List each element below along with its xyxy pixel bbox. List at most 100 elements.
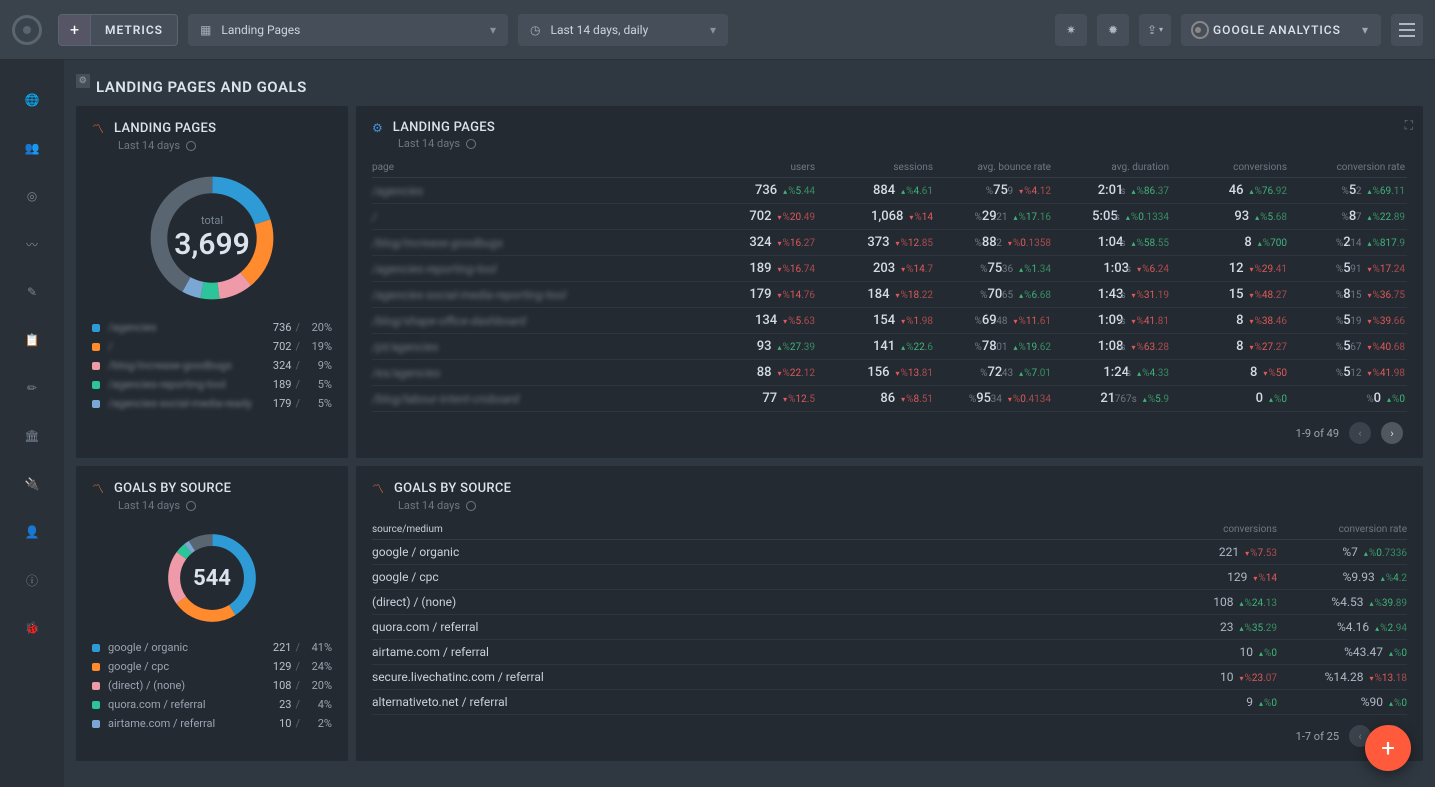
legend-swatch <box>92 381 100 389</box>
delta: ▾%17.24 <box>1368 264 1405 275</box>
goals-table-card: 〽 GOALS BY SOURCE Last 14 days source/me… <box>356 466 1423 761</box>
cell-value: 8 <box>1236 313 1243 328</box>
card-subtitle: Last 14 days <box>398 137 460 150</box>
nav-wand-icon[interactable]: ✏ <box>22 378 42 398</box>
legend-swatch <box>92 720 100 728</box>
clock-icon: ◷ <box>530 23 540 37</box>
table-row[interactable]: secure.livechatinc.com / referral10▾%23.… <box>372 665 1407 690</box>
clock-icon <box>186 501 196 511</box>
nav-info-icon[interactable]: ⓘ <box>22 570 42 590</box>
delta: ▴%5.9 <box>1143 394 1169 405</box>
nav-plug-icon[interactable]: 🔌 <box>22 474 42 494</box>
cell-value: 1:09s <box>1098 313 1126 328</box>
table-row[interactable]: /agencies-reporting-tool189▾%16.74203▾%1… <box>372 256 1407 282</box>
toolbar-button-2[interactable]: ✹ <box>1097 14 1129 46</box>
cell-source: google / organic <box>372 545 1147 559</box>
delta: ▴%35.29 <box>1240 623 1277 634</box>
cell-page: /pt/agencies <box>372 340 699 354</box>
add-metrics-button[interactable]: + METRICS <box>58 14 178 46</box>
menu-button[interactable] <box>1391 14 1423 46</box>
date-range-select[interactable]: ◷ Last 14 days, daily ▾ <box>518 14 728 46</box>
delta: ▾%29.41 <box>1250 264 1287 275</box>
delta: ▾%38.46 <box>1250 316 1287 327</box>
card-title: GOALS BY SOURCE <box>394 481 511 496</box>
chevron-down-icon: ▾ <box>1362 23 1369 37</box>
share-button[interactable]: ⇪▾ <box>1139 14 1171 46</box>
nav-bank-icon[interactable]: 🏛 <box>22 426 42 446</box>
table-row[interactable]: airtame.com / referral10▴%0%43.47▴%0 <box>372 640 1407 665</box>
card-title: LANDING PAGES <box>114 121 216 136</box>
delta: ▾%4.12 <box>1019 186 1051 197</box>
legend-name: / <box>108 340 267 353</box>
delta: ▴%0 <box>1259 698 1277 709</box>
nav-clipboard-icon[interactable]: 📋 <box>22 330 42 350</box>
pager: 1-7 of 25 ‹ › <box>372 715 1407 747</box>
delta: ▾%7.53 <box>1245 548 1277 559</box>
legend-value: 702 <box>273 340 292 353</box>
delta: ▾%8.51 <box>901 394 933 405</box>
table-row[interactable]: /es/agencies88▾%22.12156▾%13.81%72.43▴%7… <box>372 360 1407 386</box>
datasource-select[interactable]: GOOGLE ANALYTICS ▾ <box>1181 14 1381 46</box>
card-subtitle: Last 14 days <box>118 139 180 152</box>
delta: ▾%63.28 <box>1132 342 1169 353</box>
cell-page: /blog/shape-office-dashboard <box>372 314 699 328</box>
dimension-select[interactable]: ▦ Landing Pages ▾ <box>188 14 508 46</box>
delta: ▾%14.7 <box>901 264 933 275</box>
cell-page: /agencies-social-media-reporting-tool <box>372 288 699 302</box>
nav-globe-icon[interactable]: 🌐 <box>22 90 42 110</box>
legend-value: 23 <box>279 698 291 711</box>
cell-value: %5.91 <box>1339 261 1362 276</box>
datasource-label: GOOGLE ANALYTICS <box>1213 23 1341 37</box>
table-row[interactable]: /blog/labour-intent-croboard77▾%12.586▾%… <box>372 386 1407 412</box>
table-row[interactable]: google / organic221▾%7.53%7▴%0.7336 <box>372 540 1407 565</box>
legend-pct: 41% <box>304 641 332 654</box>
page-prev-button[interactable]: ‹ <box>1349 422 1371 444</box>
cell-value: %4.16 <box>1337 620 1369 634</box>
donut-total-value: 3,699 <box>174 227 250 262</box>
page-next-button[interactable]: › <box>1381 422 1403 444</box>
cell-value: %5.2 <box>1345 183 1362 198</box>
legend-name: quora.com / referral <box>108 698 273 711</box>
legend-swatch <box>92 343 100 351</box>
cell-value: 77 <box>762 391 777 406</box>
cell-value: 884 <box>873 183 895 198</box>
cell-value: 1,068 <box>871 209 903 224</box>
cell-value: 736 <box>755 183 777 198</box>
delta: ▾%41.81 <box>1132 316 1169 327</box>
nav-edit-icon[interactable]: ✎ <box>22 282 42 302</box>
table-row[interactable]: (direct) / (none)108▴%24.13%4.53▴%39.89 <box>372 590 1407 615</box>
table-row[interactable]: google / cpc129▾%14%9.93▴%4.2 <box>372 565 1407 590</box>
delta: ▾%0.4134 <box>1008 394 1051 405</box>
col-header: conversions <box>1147 524 1277 535</box>
nav-debug-icon[interactable]: 🐞 <box>22 618 42 638</box>
gear-icon[interactable]: ⚙ <box>76 74 90 88</box>
clock-icon <box>466 501 476 511</box>
table-row[interactable]: /agencies736▴%5.44884▴%4.61%75.9▾%4.122:… <box>372 178 1407 204</box>
col-header: sessions <box>817 162 935 173</box>
table-row[interactable]: /pt/agencies93▴%27.39141▴%22.6%78.01▴%19… <box>372 334 1407 360</box>
legend-row: google / cpc 129 / 24% <box>92 657 332 676</box>
delta: ▾%11.61 <box>1014 316 1051 327</box>
table-row[interactable]: /blog/increase-goodbugs324▾%16.27373▾%12… <box>372 230 1407 256</box>
delta: ▴%0 <box>1387 394 1405 405</box>
col-header: conversions <box>1171 162 1289 173</box>
table-row[interactable]: quora.com / referral23▴%35.29%4.16▴%2.94 <box>372 615 1407 640</box>
expand-icon[interactable]: ⛶ <box>1405 118 1413 133</box>
nav-account-icon[interactable]: 👤 <box>22 522 42 542</box>
table-row[interactable]: /blog/shape-office-dashboard134▾%5.63154… <box>372 308 1407 334</box>
legend-swatch <box>92 701 100 709</box>
legend-row: (direct) / (none) 108 / 20% <box>92 676 332 695</box>
delta: ▴%700 <box>1258 238 1287 249</box>
cell-value: 21.767s <box>1100 391 1136 406</box>
table-header: source/mediumconversionsconversion rate <box>372 520 1407 540</box>
legend-value: 179 <box>273 397 292 410</box>
toolbar-button-1[interactable]: ✷ <box>1055 14 1087 46</box>
nav-target-icon[interactable]: ◎ <box>22 186 42 206</box>
table-row[interactable]: /agencies-social-media-reporting-tool179… <box>372 282 1407 308</box>
delta: ▴%39.89 <box>1370 598 1407 609</box>
fab-add-button[interactable]: + <box>1365 725 1411 771</box>
table-row[interactable]: /702▾%20.491,068▾%14%29.21▴%17.165:05s▴%… <box>372 204 1407 230</box>
table-row[interactable]: alternativeto.net / referral9▴%0%90▴%0 <box>372 690 1407 715</box>
nav-users-icon[interactable]: 👥 <box>22 138 42 158</box>
nav-graph-icon[interactable]: 〰 <box>22 234 42 254</box>
